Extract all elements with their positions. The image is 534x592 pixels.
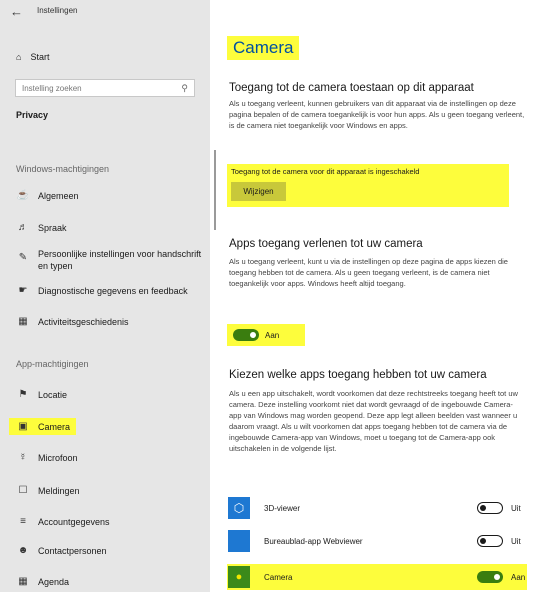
app-toggle[interactable] <box>477 535 503 547</box>
section-title: Privacy <box>16 110 49 120</box>
search-icon[interactable]: ⚲ <box>181 83 188 94</box>
sidebar-item-microfoon[interactable]: ☿ Microfoon <box>13 452 78 463</box>
sidebar-item-label: Meldingen <box>38 485 80 496</box>
device-status-text: Toegang tot de camera voor dit apparaat … <box>231 167 420 176</box>
section-heading-device: Toegang tot de camera toestaan op dit ap… <box>229 82 474 94</box>
change-button[interactable]: Wijzigen <box>231 182 286 201</box>
search-box[interactable]: ⚲ <box>15 79 195 97</box>
section-heading-apps-access: Apps toegang verlenen tot uw camera <box>229 238 423 250</box>
apps-access-toggle-row: Aan <box>227 324 305 346</box>
app-name: Bureaublad-app Webviewer <box>264 536 363 546</box>
sidebar-item-start[interactable]: ⌂ Start <box>16 52 49 62</box>
choose-apps-description: Als u een app uitschakelt, wordt voorkom… <box>229 389 518 453</box>
sidebar-item-label: Microfoon <box>38 452 78 463</box>
camera-app-icon: ● <box>228 566 250 588</box>
search-input[interactable] <box>22 83 172 93</box>
app-toggle-state: Uit <box>511 503 521 513</box>
app-row-webviewer: Bureaublad-app Webviewer Uit <box>227 528 527 554</box>
sidebar-item-algemeen[interactable]: ☕ Algemeen <box>13 190 79 201</box>
contacts-icon: ☻ <box>17 545 29 556</box>
sidebar-item-label: Spraak <box>38 222 67 233</box>
sidebar-item-activiteit[interactable]: ▦ Activiteitsgeschiedenis <box>13 316 129 327</box>
app-toggle[interactable] <box>477 571 503 583</box>
timeline-icon: ▦ <box>18 316 28 327</box>
sidebar-item-label: Persoonlijke instellingen voor handschri… <box>38 249 202 271</box>
home-icon: ⌂ <box>16 52 22 62</box>
sidebar-item-label: Start <box>30 52 50 62</box>
device-description: Als u toegang verleent, kunnen gebruiker… <box>229 99 525 130</box>
cube-icon: ⬡ <box>228 497 250 519</box>
group-header-windows: Windows-machtigingen <box>16 164 110 174</box>
sidebar-item-label: Accountgegevens <box>38 516 110 527</box>
toggle-label: Aan <box>265 330 280 340</box>
apps-access-description: Als u toegang verleent, kunt u via de in… <box>229 257 508 288</box>
apps-access-toggle[interactable] <box>233 329 259 341</box>
notifications-icon: ☐ <box>18 485 28 496</box>
group-header-apps: App-machtigingen <box>16 359 89 369</box>
app-toggle-state: Aan <box>511 572 526 582</box>
app-toggle-state: Uit <box>511 536 521 546</box>
speech-icon: ♬ <box>18 222 28 233</box>
sidebar-item-label: Algemeen <box>38 190 79 201</box>
app-name: Camera <box>264 572 293 582</box>
sidebar-item-meldingen[interactable]: ☐ Meldingen <box>13 485 80 496</box>
section-heading-choose-apps: Kiezen welke apps toegang hebben tot uw … <box>229 369 487 381</box>
feedback-icon: ☛ <box>18 285 28 296</box>
lock-icon: ☕ <box>16 190 30 201</box>
app-row-camera: ● Camera Aan <box>227 564 527 590</box>
sidebar-item-spraak[interactable]: ♬ Spraak <box>13 222 67 233</box>
app-tile-icon <box>228 530 250 552</box>
title-bar: ← Instellingen <box>0 0 210 26</box>
sidebar: ← Instellingen ⌂ Start ⚲ Privacy Windows… <box>0 0 210 592</box>
sidebar-item-camera[interactable]: ▣ Camera <box>9 418 77 435</box>
sidebar-item-label: Locatie <box>38 389 68 400</box>
page-title: Camera <box>227 36 300 60</box>
sidebar-item-agenda[interactable]: ▦ Agenda <box>13 576 69 587</box>
sidebar-item-contactpersonen[interactable]: ☻ Contactpersonen <box>13 545 107 556</box>
location-icon: ⚑ <box>18 389 28 400</box>
account-info-icon: ≡ <box>20 516 26 527</box>
calendar-icon: ▦ <box>18 576 28 587</box>
sidebar-item-label: Camera <box>38 421 71 432</box>
scrollbar[interactable] <box>214 150 216 230</box>
sidebar-item-diagnostiek[interactable]: ☛ Diagnostische gegevens en feedback <box>13 285 188 296</box>
sidebar-item-locatie[interactable]: ⚑ Locatie <box>13 389 68 400</box>
pen-icon: ✎ <box>18 252 28 263</box>
sidebar-item-label: Contactpersonen <box>38 545 107 556</box>
device-status-box: Toegang tot de camera voor dit apparaat … <box>227 164 509 207</box>
window-title: Instellingen <box>37 6 78 15</box>
app-name: 3D-viewer <box>264 503 301 513</box>
sidebar-item-label: Activiteitsgeschiedenis <box>38 316 129 327</box>
sidebar-item-handschrift[interactable]: ✎ Persoonlijke instellingen voor handsch… <box>13 248 208 272</box>
sidebar-item-label: Diagnostische gegevens en feedback <box>38 285 188 296</box>
camera-icon: ▣ <box>18 421 28 432</box>
sidebar-item-accountgegevens[interactable]: ≡ Accountgegevens <box>13 516 110 527</box>
app-row-3d-viewer: ⬡ 3D-viewer Uit <box>227 495 527 521</box>
back-arrow-icon[interactable]: ← <box>10 4 23 19</box>
app-toggle[interactable] <box>477 502 503 514</box>
sidebar-item-label: Agenda <box>38 576 70 587</box>
main-content: Camera Toegang tot de camera toestaan op… <box>210 0 534 592</box>
microphone-icon: ☿ <box>19 452 27 463</box>
